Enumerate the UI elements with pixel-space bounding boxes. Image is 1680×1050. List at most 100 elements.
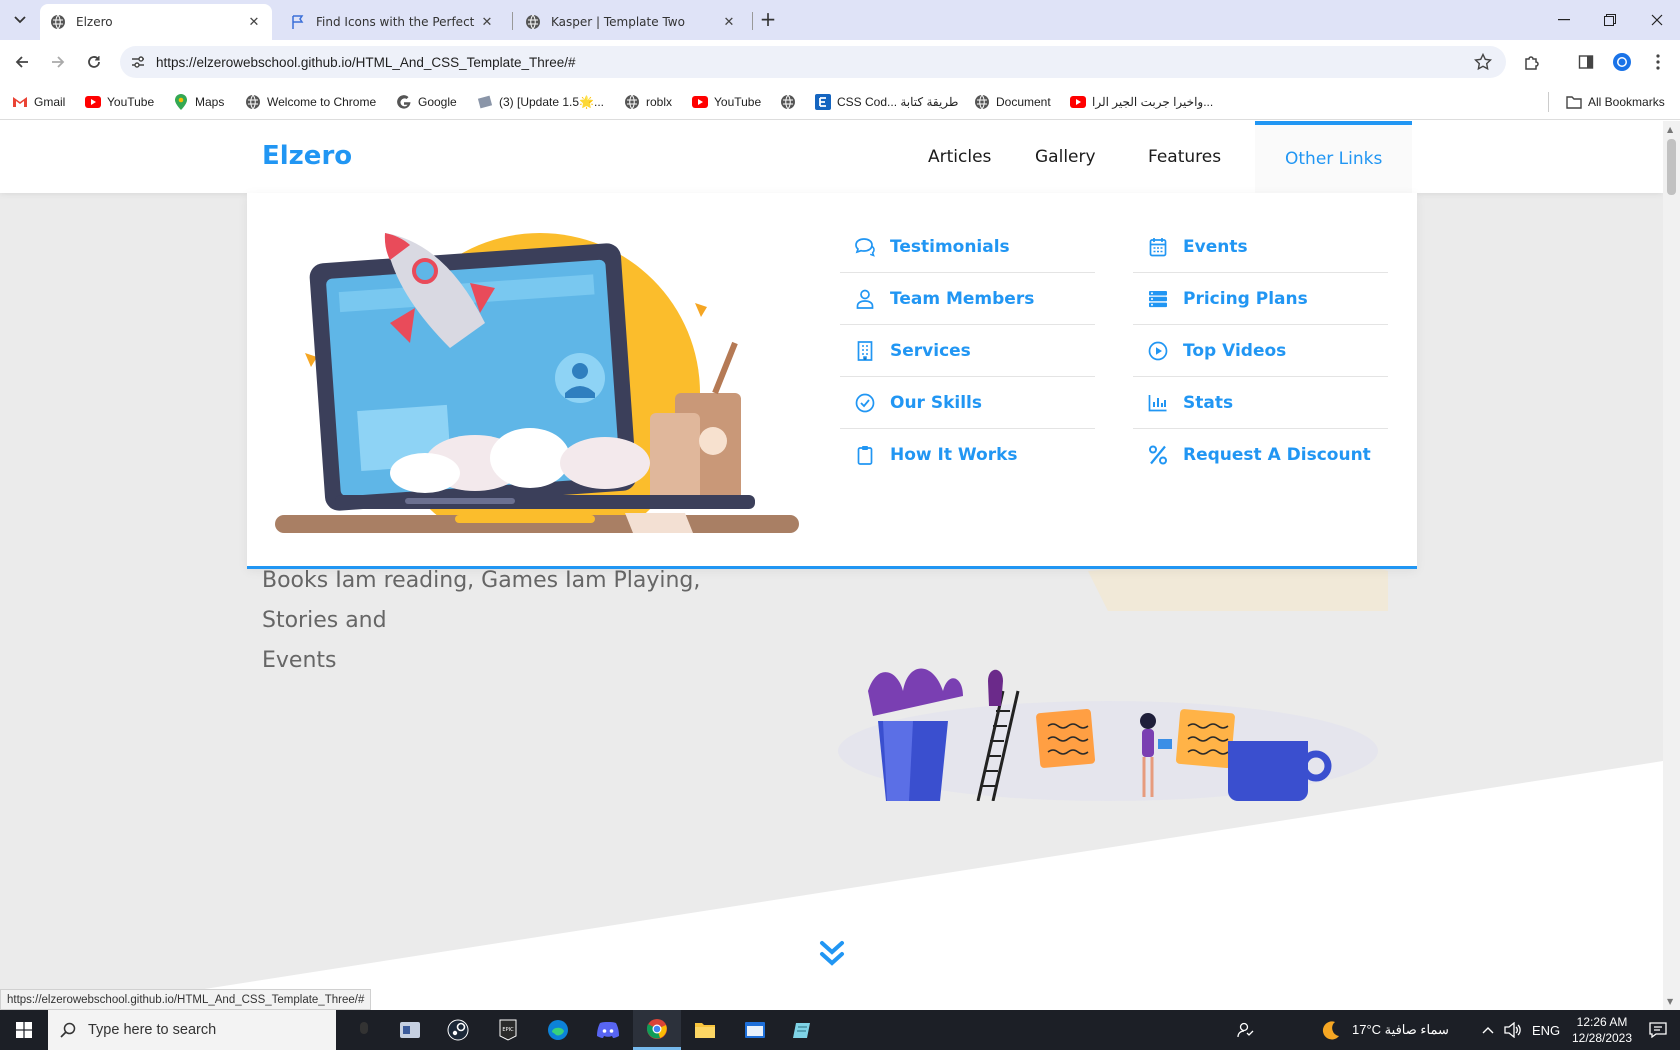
bookmark-gmail[interactable]: Gmail (12, 92, 65, 112)
show-hidden-icons-chevron-up-icon[interactable] (1482, 1010, 1494, 1050)
taskbar-app-cortana[interactable] (340, 1010, 388, 1050)
forward-button[interactable] (44, 48, 72, 76)
bookmarks-bar: Gmail YouTube Maps Welcome to Chrome Goo… (0, 84, 1680, 120)
mega-link-label: Stats (1183, 392, 1234, 413)
back-button[interactable] (8, 48, 36, 76)
mega-link-stats[interactable]: Stats (1133, 377, 1388, 429)
svg-text:EPIC: EPIC (502, 1027, 514, 1033)
user-icon (854, 288, 876, 310)
side-panel-icon (1578, 55, 1594, 69)
bookmark-roblx[interactable]: roblx (624, 92, 672, 112)
mega-link-label: Pricing Plans (1183, 288, 1308, 309)
profile-button[interactable] (1608, 48, 1636, 76)
bookmark-label: Welcome to Chrome (267, 95, 377, 109)
tab-title: Kasper | Template Two (551, 15, 685, 29)
mega-link-request-discount[interactable]: Request A Discount (1133, 429, 1388, 481)
scroll-up-arrow-icon[interactable]: ▲ (1667, 125, 1673, 134)
globe-icon (624, 94, 640, 110)
tab-elzero[interactable]: Elzero ✕ (40, 4, 272, 40)
mega-link-team-members[interactable]: Team Members (840, 273, 1095, 325)
taskbar-app-epic[interactable]: EPIC (484, 1010, 532, 1050)
mega-link-services[interactable]: Services (840, 325, 1095, 377)
mega-link-how-it-works[interactable]: How It Works (840, 429, 1095, 481)
app-window-icon (745, 1022, 765, 1038)
all-bookmarks-button[interactable]: All Bookmarks (1566, 92, 1665, 112)
scrollbar-thumb[interactable] (1667, 139, 1676, 195)
weather-widget[interactable]: 17°C سماء صافية (1320, 1010, 1449, 1050)
bookmark-youtube[interactable]: YouTube (85, 92, 154, 112)
clipboard-icon (854, 444, 876, 466)
bookmark-google[interactable]: Google (396, 92, 457, 112)
notifications-icon[interactable] (1640, 1010, 1676, 1050)
language-indicator[interactable]: ENG (1532, 1010, 1560, 1050)
mega-link-pricing-plans[interactable]: Pricing Plans (1133, 273, 1388, 325)
edge-icon (548, 1020, 568, 1040)
url-text: https://elzerowebschool.github.io/HTML_A… (156, 54, 576, 70)
notepad-icon (793, 1023, 810, 1038)
mega-link-testimonials[interactable]: Testimonials (840, 221, 1095, 273)
epic-games-icon: EPIC (499, 1019, 517, 1041)
bookmark-document[interactable]: Document (974, 92, 1051, 112)
mega-link-events[interactable]: Events (1133, 221, 1388, 273)
extensions-button[interactable] (1518, 48, 1546, 76)
taskbar-app-window[interactable] (731, 1010, 779, 1050)
comments-icon (854, 236, 876, 258)
close-window-button[interactable] (1634, 0, 1680, 40)
taskbar-search[interactable]: Type here to search (48, 1010, 336, 1050)
bookmark-welcome-chrome[interactable]: Welcome to Chrome (245, 92, 376, 112)
restore-button[interactable] (1587, 0, 1633, 40)
close-tab-icon[interactable]: ✕ (479, 15, 495, 30)
tab-title: Find Icons with the Perfect Look (316, 15, 479, 29)
taskbar-app-id[interactable] (386, 1010, 434, 1050)
reload-button[interactable] (80, 48, 108, 76)
bookmark-arabic-video[interactable]: واخيرا جربت الجير الرا... (1070, 92, 1213, 112)
start-button[interactable] (0, 1010, 48, 1050)
clock[interactable]: 12:26 AM 12/28/2023 (1566, 1010, 1638, 1050)
volume-icon[interactable] (1504, 1010, 1522, 1050)
bookmark-label: Document (996, 95, 1051, 109)
youtube-icon (692, 94, 708, 110)
mega-link-label: Request A Discount (1183, 445, 1371, 465)
nav-features[interactable]: Features (1118, 121, 1251, 193)
mega-link-our-skills[interactable]: Our Skills (840, 377, 1095, 429)
nav-gallery[interactable]: Gallery (1005, 121, 1126, 193)
page-scrollbar[interactable]: ▲ ▼ (1663, 121, 1680, 1010)
taskbar-app-steam[interactable] (434, 1010, 482, 1050)
nav-other-links[interactable]: Other Links (1255, 121, 1413, 193)
search-icon (60, 1022, 76, 1038)
menu-button[interactable] (1644, 48, 1672, 76)
double-chevron-down-icon[interactable] (818, 939, 846, 969)
bookmark-roblox-update[interactable]: (3) [Update 1.5🌟... (477, 92, 604, 112)
bookmark-maps[interactable]: Maps (173, 92, 224, 112)
address-bar[interactable]: https://elzerowebschool.github.io/HTML_A… (120, 46, 1506, 78)
folder-icon (1566, 94, 1582, 110)
clock-date: 12/28/2023 (1571, 1031, 1633, 1045)
tab-kasper[interactable]: Kasper | Template Two ✕ (515, 4, 747, 40)
globe-icon (50, 14, 66, 30)
bookmark-css-code[interactable]: CSS Cod... طريقة كتابة (815, 92, 958, 112)
globe-icon (525, 14, 541, 30)
new-tab-button[interactable]: + (756, 8, 780, 32)
close-tab-icon[interactable]: ✕ (246, 15, 262, 30)
bookmark-youtube-2[interactable]: YouTube (692, 92, 761, 112)
tab-search-button[interactable] (8, 8, 32, 32)
taskbar-app-discord[interactable] (584, 1010, 632, 1050)
site-info-icon[interactable] (130, 54, 146, 74)
building-icon (854, 340, 876, 362)
people-icon[interactable] (1236, 1010, 1254, 1050)
nav-articles[interactable]: Articles (898, 121, 1021, 193)
side-panel-button[interactable] (1572, 48, 1600, 76)
tab-find-icons[interactable]: Find Icons with the Perfect Look ✕ (280, 4, 505, 40)
site-logo[interactable]: Elzero (262, 141, 352, 171)
bookmark-star-icon[interactable] (1473, 52, 1493, 75)
taskbar-app-notepad[interactable] (779, 1010, 827, 1050)
bookmark-untitled[interactable] (780, 92, 802, 112)
taskbar-app-chrome[interactable] (633, 1010, 681, 1050)
close-tab-icon[interactable]: ✕ (721, 15, 737, 30)
mega-link-label: Our Skills (890, 392, 983, 413)
scroll-down-arrow-icon[interactable]: ▼ (1667, 997, 1673, 1006)
taskbar-app-edge[interactable] (534, 1010, 582, 1050)
minimize-button[interactable] (1541, 0, 1587, 40)
mega-link-top-videos[interactable]: Top Videos (1133, 325, 1388, 377)
taskbar-app-file-explorer[interactable] (681, 1010, 729, 1050)
